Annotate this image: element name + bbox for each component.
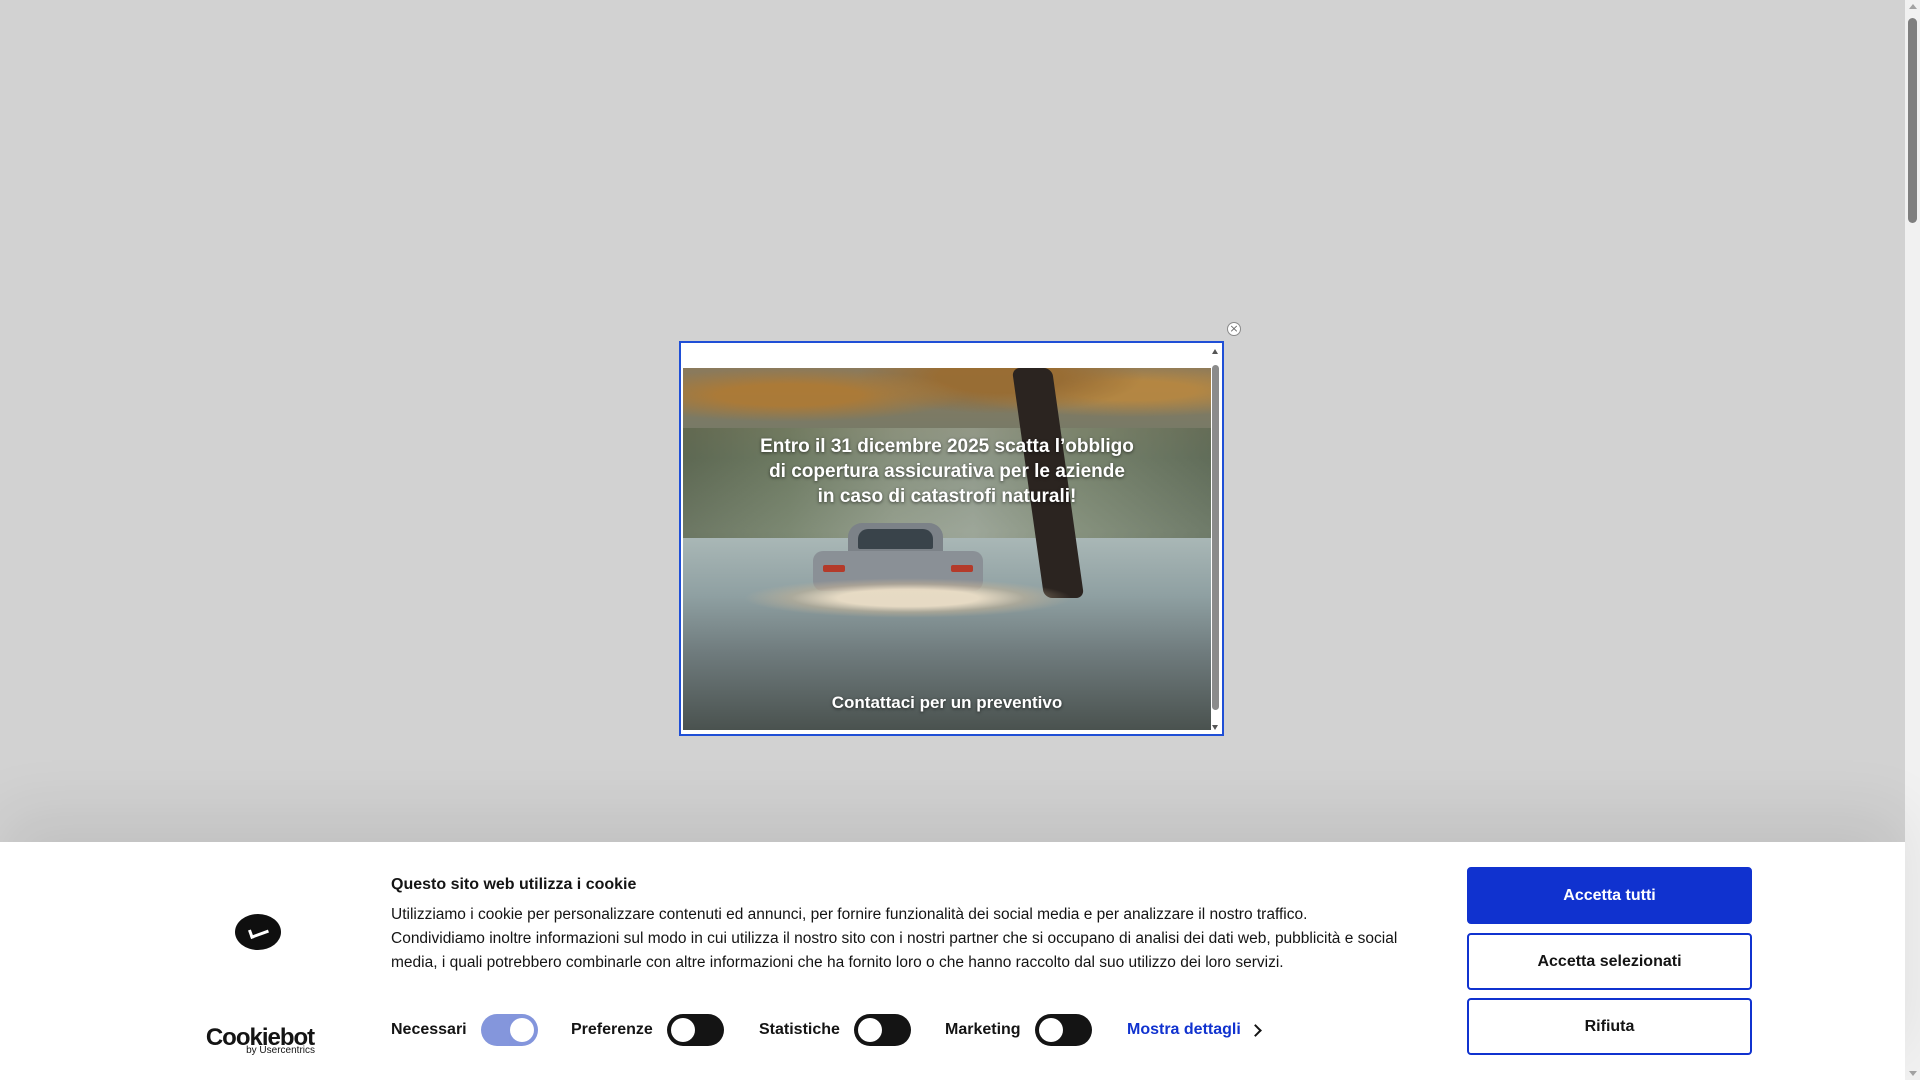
toggle-label: Necessari xyxy=(391,1021,467,1038)
cookie-description: Utilizziamo i cookie per personalizzare … xyxy=(391,906,1398,971)
water-splash xyxy=(743,578,1073,618)
accept-all-button[interactable]: Accetta tutti xyxy=(1467,867,1752,924)
cookiebot-logo-icon xyxy=(235,914,281,950)
chevron-right-icon xyxy=(1248,1023,1262,1037)
page-scrollbar[interactable] xyxy=(1905,0,1920,1080)
car-taillight-left xyxy=(823,565,845,572)
toggle-statistiche: Statistiche xyxy=(759,1012,911,1048)
scroll-up-arrow-icon[interactable] xyxy=(1909,4,1917,9)
preferenze-switch[interactable] xyxy=(666,1014,724,1046)
promo-popup: Entro il 31 dicembre 2025 scatta l’obbli… xyxy=(679,341,1224,736)
popup-scroll-down-icon[interactable] xyxy=(1212,725,1218,730)
marketing-switch[interactable] xyxy=(1034,1014,1092,1046)
popup-scroll-up-icon[interactable] xyxy=(1212,349,1218,354)
switch-knob xyxy=(857,1018,882,1042)
reject-button[interactable]: Rifiuta xyxy=(1467,998,1752,1055)
cookiebot-byline: by Usercentrics xyxy=(246,1045,315,1056)
toggle-preferenze: Preferenze xyxy=(571,1012,724,1048)
accept-selected-button[interactable]: Accetta selezionati xyxy=(1467,933,1752,990)
toggle-marketing: Marketing xyxy=(945,1012,1092,1048)
switch-knob xyxy=(670,1018,695,1042)
statistiche-switch[interactable] xyxy=(853,1014,911,1046)
popup-close-icon[interactable]: × xyxy=(1227,322,1241,336)
promo-headline: Entro il 31 dicembre 2025 scatta l’obbli… xyxy=(703,434,1191,509)
show-details-link[interactable]: Mostra dettagli xyxy=(1127,1012,1262,1048)
necessari-switch[interactable] xyxy=(480,1014,538,1046)
toggle-label: Preferenze xyxy=(571,1021,653,1038)
promo-headline-line: Entro il 31 dicembre 2025 scatta l’obbli… xyxy=(760,436,1134,457)
toggle-necessari: Necessari xyxy=(391,1012,538,1048)
switch-knob xyxy=(509,1018,534,1042)
cookie-consent-banner: Cookiebot by Usercentrics Questo sito we… xyxy=(0,842,1905,1080)
checkmark-icon xyxy=(248,924,269,939)
promo-banner-image[interactable]: Entro il 31 dicembre 2025 scatta l’obbli… xyxy=(683,368,1211,730)
scroll-down-arrow-icon[interactable] xyxy=(1909,1071,1917,1076)
promo-cta-link[interactable]: Contattaci per un preventivo xyxy=(703,693,1191,713)
promo-headline-line: di copertura assicurativa per le aziende xyxy=(769,461,1125,482)
toggle-label: Marketing xyxy=(945,1021,1021,1038)
cookie-toggles: Necessari Preferenze Statistiche Marketi… xyxy=(391,1012,1291,1048)
switch-knob xyxy=(1038,1018,1063,1042)
car-taillight-right xyxy=(951,565,973,572)
car-window xyxy=(858,529,933,549)
promo-headline-line: in caso di catastrofi naturali! xyxy=(817,486,1077,507)
show-details-label: Mostra dettagli xyxy=(1127,1021,1241,1038)
popup-scrollbar[interactable] xyxy=(1211,345,1220,730)
cookie-title: Questo sito web utilizza i cookie xyxy=(391,876,637,893)
popup-scrollbar-thumb[interactable] xyxy=(1212,365,1219,710)
toggle-label: Statistiche xyxy=(759,1021,840,1038)
page-scrollbar-thumb[interactable] xyxy=(1908,18,1917,223)
